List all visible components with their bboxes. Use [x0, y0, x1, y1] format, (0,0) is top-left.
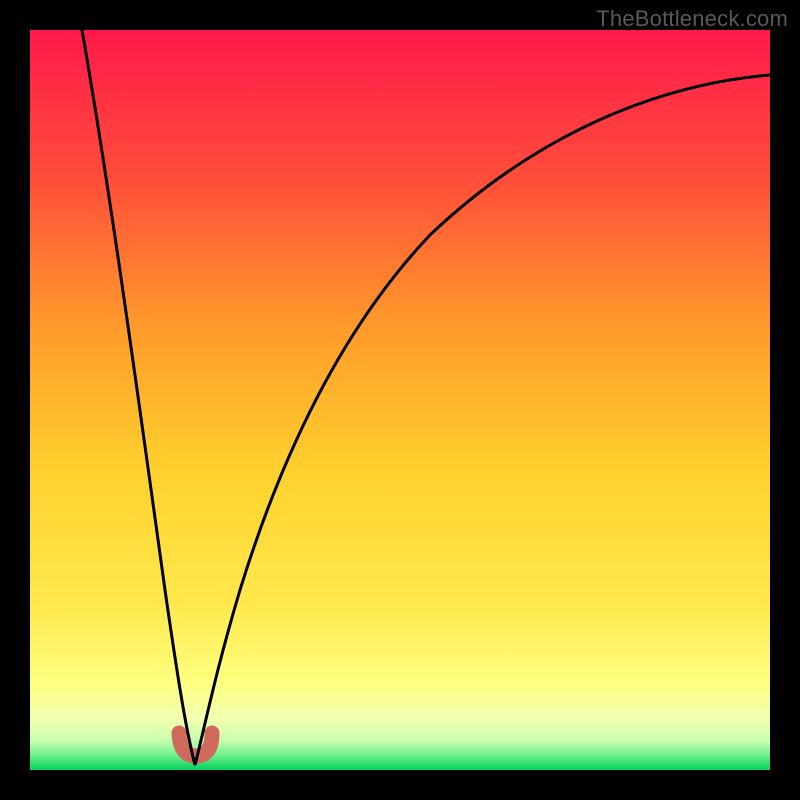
watermark: TheBottleneck.com — [596, 6, 788, 32]
chart-svg — [30, 30, 770, 770]
gradient-background — [30, 30, 770, 770]
chart-frame: TheBottleneck.com — [0, 0, 800, 800]
plot-area — [30, 30, 770, 770]
